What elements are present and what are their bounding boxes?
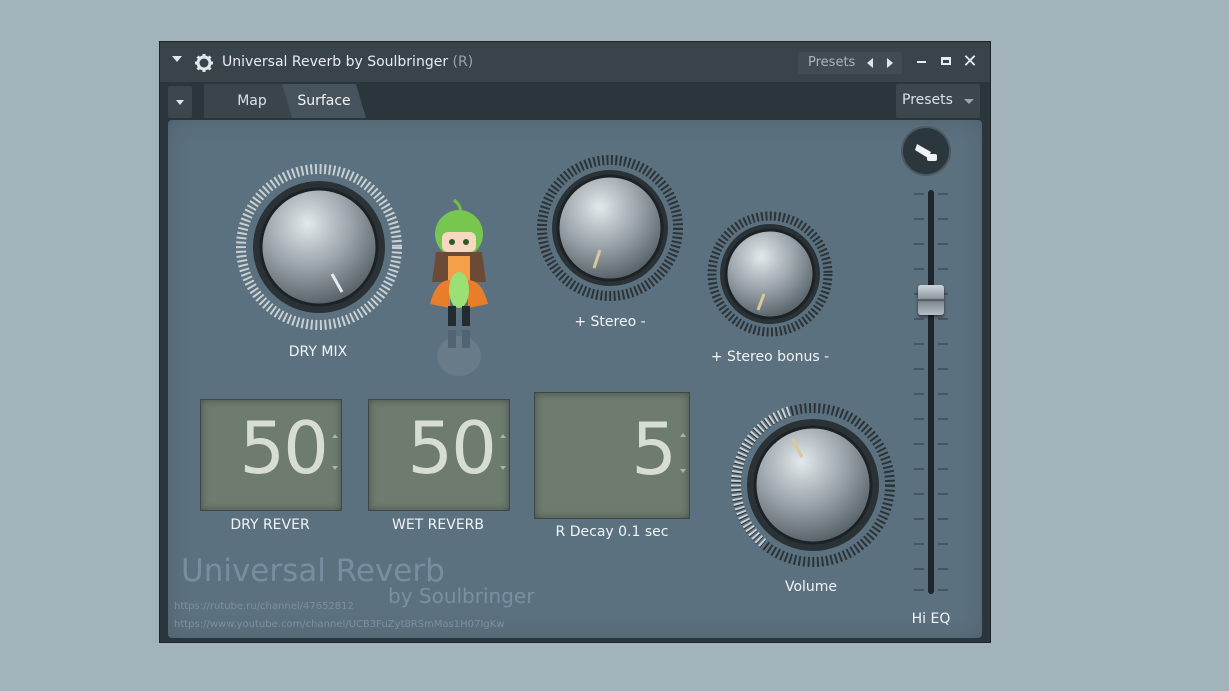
wet-reverb-value: 50 <box>407 406 497 490</box>
window-title-suffix: (R) <box>452 54 474 70</box>
maximize-icon[interactable] <box>937 52 957 72</box>
spin-up-icon[interactable] <box>500 434 506 438</box>
prev-preset-icon[interactable] <box>867 58 873 68</box>
hi-eq-label: Hi EQ <box>911 611 951 627</box>
window-title-text: Universal Reverb by Soulbringer <box>222 54 449 70</box>
hi-eq-slider-handle[interactable] <box>918 285 944 315</box>
title-presets-label: Presets <box>808 55 856 70</box>
stereo-label: + Stereo - <box>574 314 646 330</box>
close-icon[interactable]: ✕ <box>960 52 980 72</box>
volume-knob-graphic <box>731 403 895 567</box>
rutube-link[interactable]: https://rutube.ru/channel/47652812 <box>174 601 354 612</box>
spin-up-icon[interactable] <box>332 434 338 438</box>
dry-reverb-value: 50 <box>239 406 329 490</box>
minimize-icon[interactable] <box>912 52 932 72</box>
spin-up-icon[interactable] <box>680 433 686 437</box>
spin-down-icon[interactable] <box>332 466 338 470</box>
stereo-knob[interactable] <box>536 154 684 302</box>
toolbar: Map Surface Presets <box>168 82 982 122</box>
plugin-window: Universal Reverb by Soulbringer (R) Pres… <box>159 41 991 643</box>
brand-subtitle: by Soulbringer <box>388 584 535 608</box>
spin-down-icon[interactable] <box>680 469 686 473</box>
decay-display[interactable]: 5 <box>534 392 690 519</box>
next-preset-icon[interactable] <box>887 58 893 68</box>
window-menu-icon[interactable] <box>172 56 182 62</box>
title-presets[interactable]: Presets <box>798 52 902 74</box>
surface-panel: DRY MIX + Stereo - + Stereo bonus - Volu… <box>168 120 982 638</box>
spin-down-icon[interactable] <box>500 466 506 470</box>
slider-ticks-left <box>914 193 924 591</box>
stereo-knob-graphic <box>537 155 683 301</box>
mascot-image <box>430 198 488 376</box>
stereo-bonus-knob[interactable] <box>706 210 834 338</box>
decay-label: R Decay 0.1 sec <box>555 524 669 540</box>
gear-icon[interactable] <box>194 53 214 73</box>
hi-eq-slider-track[interactable] <box>928 190 934 594</box>
wet-reverb-display[interactable]: 50 <box>368 399 510 511</box>
tab-surface[interactable]: Surface <box>282 84 366 118</box>
youtube-link[interactable]: https://www.youtube.com/channel/UCB3FuZy… <box>174 619 504 630</box>
brush-icon <box>915 144 937 161</box>
stereo-bonus-knob-graphic <box>707 211 833 337</box>
dry-mix-knob-graphic <box>236 164 402 330</box>
volume-knob[interactable] <box>730 402 896 568</box>
decay-value: 5 <box>631 407 677 491</box>
hi-eq-button[interactable] <box>903 128 949 174</box>
title-bar[interactable]: Universal Reverb by Soulbringer (R) Pres… <box>160 42 990 82</box>
volume-label: Volume <box>784 579 838 595</box>
dry-reverb-label: DRY REVER <box>230 517 310 533</box>
presets-dropdown[interactable]: Presets <box>896 84 980 118</box>
stereo-bonus-label: + Stereo bonus - <box>710 349 830 365</box>
window-title: Universal Reverb by Soulbringer (R) <box>222 54 473 70</box>
dry-mix-knob[interactable] <box>236 164 402 330</box>
slider-ticks-right <box>938 193 948 591</box>
dry-reverb-display[interactable]: 50 <box>200 399 342 511</box>
dry-mix-label: DRY MIX <box>288 344 348 360</box>
toolbar-menu-button[interactable] <box>168 86 192 118</box>
presets-dropdown-label: Presets <box>902 92 953 108</box>
wet-reverb-label: WET REVERB <box>391 517 485 533</box>
